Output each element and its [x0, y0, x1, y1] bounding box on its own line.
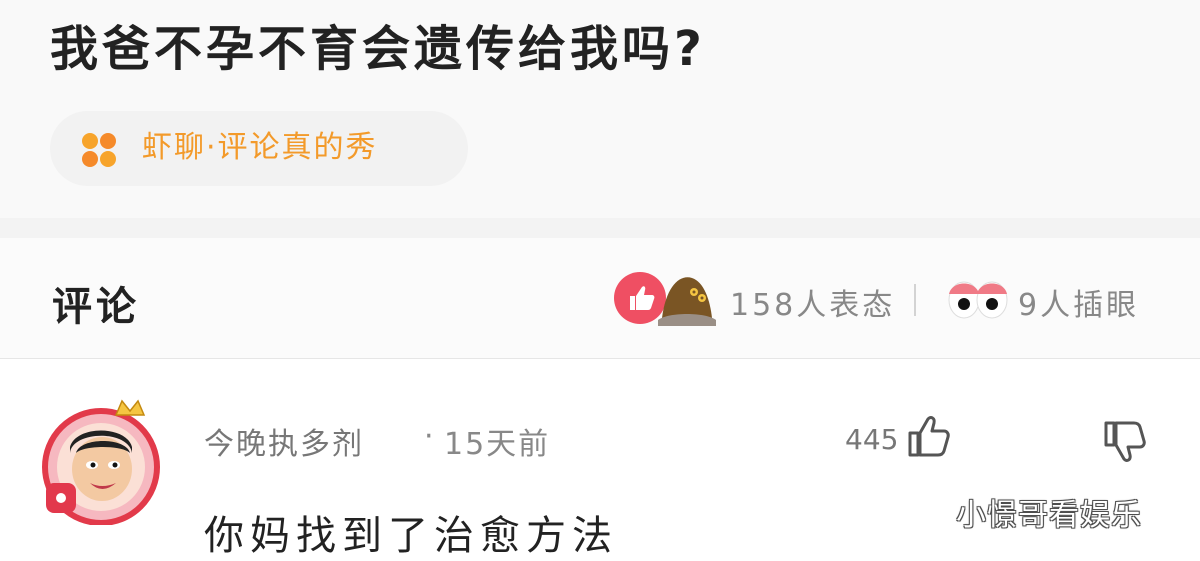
comment-like-count: 445 — [845, 423, 899, 456]
reactions-count[interactable]: 158人表态 — [730, 280, 895, 324]
section-divider — [0, 218, 1200, 238]
comment-time: 15天前 — [444, 427, 551, 462]
meta-dot: · — [424, 419, 434, 454]
source-label: 虾聊·评论真的秀 — [142, 130, 378, 165]
comments-header: 评论 158人表态 9人插眼 — [0, 238, 1200, 359]
user-avatar[interactable] — [36, 395, 166, 525]
thumbs-down-icon[interactable] — [1102, 419, 1148, 465]
separator — [914, 284, 916, 316]
comments-title: 评论 — [52, 284, 140, 330]
orange-clover-icon — [82, 133, 116, 167]
source-tag[interactable]: 虾聊·评论真的秀 — [50, 111, 468, 186]
mole-reaction-icon[interactable] — [658, 268, 716, 326]
eyes-count[interactable]: 9人插眼 — [1018, 280, 1139, 324]
watermark: 小憬哥看娱乐 — [956, 498, 1142, 533]
question-header: 我爸不孕不育会遗传给我吗? 虾聊·评论真的秀 — [0, 0, 1200, 218]
comment-author[interactable]: 今晚执多剂 — [204, 419, 364, 463]
question-title: 我爸不孕不育会遗传给我吗? — [50, 21, 706, 77]
thumbs-up-icon[interactable] — [906, 413, 952, 459]
comment-body: 你妈找到了治愈方法 — [204, 513, 618, 559]
eyes-icon[interactable] — [946, 274, 1010, 322]
